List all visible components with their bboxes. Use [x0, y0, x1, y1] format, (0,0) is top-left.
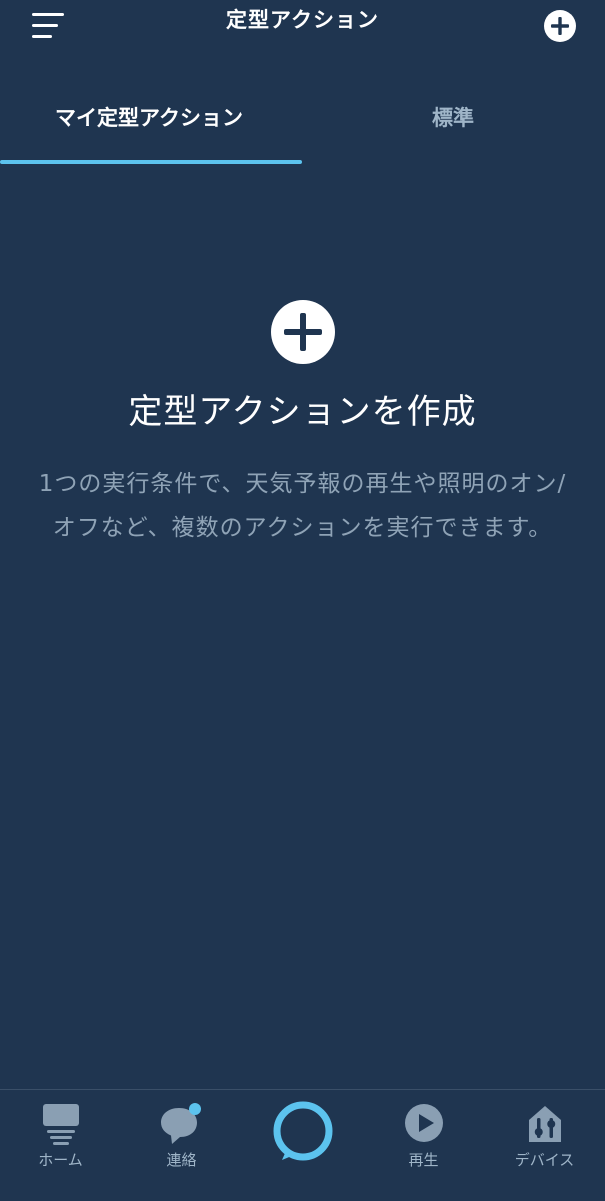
- page-title: 定型アクション: [226, 8, 379, 32]
- play-circle-icon: [404, 1104, 443, 1142]
- empty-state-description: 1つの実行条件で、天気予報の再生や照明のオン/オフなど、複数のアクションを実行で…: [38, 471, 567, 541]
- nav-item-devices[interactable]: デバイス: [484, 1090, 605, 1201]
- app-header: 定型アクション: [0, 0, 605, 56]
- plus-circle-icon[interactable]: [269, 298, 337, 366]
- tab-label: マイ定型アクション: [55, 106, 243, 130]
- nav-label: デバイス: [514, 1151, 575, 1169]
- nav-item-home[interactable]: ホーム: [0, 1090, 121, 1201]
- nav-label: 再生: [408, 1151, 439, 1169]
- nav-label: 連絡: [166, 1151, 197, 1169]
- devices-house-icon: [528, 1106, 561, 1142]
- bottom-navigation: ホーム 連絡 再生 デバイス: [0, 1089, 605, 1201]
- empty-state: 定型アクションを作成 1つの実行条件で、天気予報の再生や照明のオン/オフなど、複…: [0, 298, 605, 550]
- alexa-ring-icon: [273, 1101, 332, 1161]
- home-icon: [42, 1104, 79, 1145]
- active-tab-indicator: [0, 160, 302, 164]
- chat-bubble-icon: [160, 1103, 201, 1144]
- tab-label: 標準: [432, 106, 474, 130]
- empty-state-title: 定型アクションを作成: [128, 392, 477, 432]
- add-routine-icon[interactable]: [542, 8, 578, 44]
- nav-item-communicate[interactable]: 連絡: [121, 1090, 242, 1201]
- tab-standard[interactable]: 標準: [302, 88, 604, 164]
- tab-bar: マイ定型アクション 標準: [0, 88, 605, 164]
- nav-label: ホーム: [38, 1151, 83, 1169]
- nav-item-alexa[interactable]: [242, 1090, 363, 1201]
- nav-item-play[interactable]: 再生: [363, 1090, 484, 1201]
- tab-my-routines[interactable]: マイ定型アクション: [0, 88, 302, 164]
